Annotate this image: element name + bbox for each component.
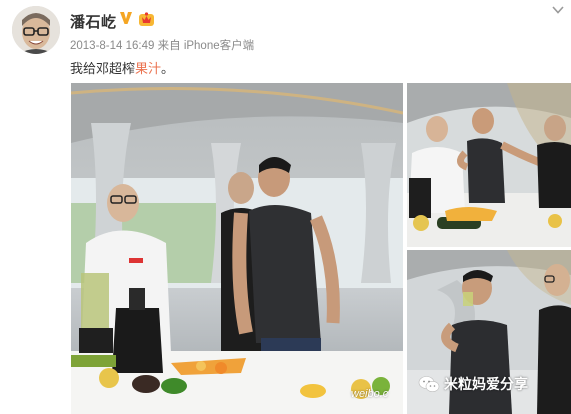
post-text-highlight[interactable]: 果汁 bbox=[135, 61, 161, 76]
wechat-icon bbox=[418, 376, 440, 392]
channel-watermark: 米粒妈爱分享 bbox=[418, 373, 528, 395]
avatar-image bbox=[12, 6, 60, 54]
site-watermark: weibo.c bbox=[351, 388, 389, 400]
photo-main[interactable] bbox=[71, 83, 403, 414]
post-source[interactable]: iPhone客户端 bbox=[184, 40, 254, 52]
post-text-after: 。 bbox=[161, 61, 175, 76]
avatar[interactable] bbox=[12, 6, 60, 54]
post-text-before: 我给邓超榨 bbox=[70, 61, 136, 76]
verified-v-icon bbox=[120, 12, 132, 24]
vip-crown-icon[interactable] bbox=[138, 11, 155, 27]
source-prefix: 来自 bbox=[157, 40, 181, 52]
post-timestamp[interactable]: 2013-8-14 16:49 bbox=[70, 40, 154, 52]
post-meta: 2013-8-14 16:49 来自 iPhone客户端 bbox=[70, 37, 254, 53]
chevron-down-icon[interactable] bbox=[552, 5, 564, 15]
post-text: 我给邓超榨果汁。 bbox=[70, 58, 174, 77]
username[interactable]: 潘石屹 bbox=[70, 11, 117, 32]
channel-watermark-text: 米粒妈爱分享 bbox=[444, 376, 528, 392]
photo-top-right[interactable] bbox=[407, 83, 571, 247]
